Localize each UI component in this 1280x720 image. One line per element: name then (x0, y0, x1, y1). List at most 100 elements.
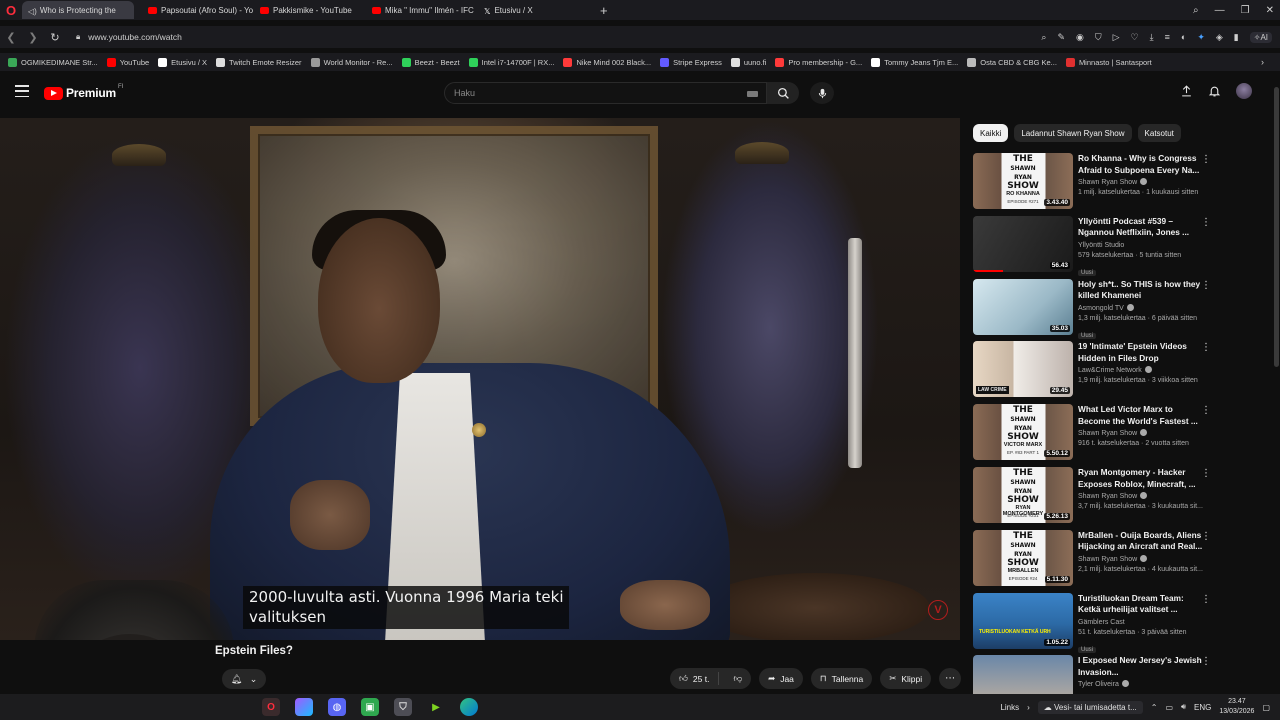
minimize-icon[interactable]: — (1215, 5, 1225, 16)
more-options-icon[interactable]: ⋮ (1201, 342, 1211, 353)
heart-icon[interactable]: ♡ (1131, 32, 1139, 43)
page-scrollbar[interactable] (1272, 75, 1280, 367)
cube-icon[interactable]: ◈ (1216, 32, 1223, 43)
camera-icon[interactable]: ◉ (1076, 32, 1084, 43)
video-title[interactable]: Turistiluokan Dream Team: Ketkä urheilij… (1078, 593, 1206, 616)
channel-name[interactable]: Shawn Ryan Show (1078, 430, 1137, 437)
channel-name[interactable]: Law&Crime Network (1078, 367, 1142, 374)
video-title[interactable]: Yllyöntti Podcast #539 – Ngannou Netflix… (1078, 216, 1206, 239)
language-indicator[interactable]: ENG (1194, 703, 1211, 712)
download-icon[interactable]: ⤓ (1150, 32, 1154, 43)
discord-taskbar-icon[interactable]: ◍ (328, 698, 346, 716)
bookmark-item[interactable]: Osta CBD & CBG Ke... (967, 57, 1057, 67)
more-options-icon[interactable]: ⋮ (1201, 217, 1211, 228)
video-title[interactable]: Ro Khanna - Why is Congress Afraid to Su… (1078, 153, 1206, 176)
more-options-icon[interactable]: ⋮ (1201, 280, 1211, 291)
search-tabs-icon[interactable]: ⌕ (1193, 5, 1199, 16)
channel-name[interactable]: Shawn Ryan Show (1078, 556, 1137, 563)
filter-chip[interactable]: Ladannut Shawn Ryan Show (1014, 124, 1132, 142)
bookmark-item[interactable]: YouTube (106, 57, 149, 67)
links-toolbar[interactable]: Links (1000, 703, 1019, 712)
video-thumbnail[interactable]: 56.43 (973, 215, 1073, 272)
browser-tab[interactable]: Mika " Immu" Ilmén - IFC (366, 1, 478, 19)
browser-tab[interactable]: Papsoutai (Afro Soul) - Yo (142, 1, 254, 19)
video-title[interactable]: What Led Victor Marx to Become the World… (1078, 404, 1206, 427)
shield-taskbar-icon[interactable]: ⛉ (394, 698, 412, 716)
play-icon[interactable]: ▷ (1113, 32, 1120, 43)
filter-chip[interactable]: Kaikki (973, 124, 1009, 142)
bookmark-item[interactable]: Pro membership - G... (775, 57, 862, 67)
video-thumbnail[interactable]: THE SHAWN RYAN SHOW RO KHANNA EPISODE #271 3.… (973, 153, 1073, 209)
network-icon[interactable]: ▭ (1165, 703, 1173, 712)
bookmark-item[interactable]: Etusivu / X (158, 57, 207, 67)
more-options-icon[interactable]: ⋮ (1201, 594, 1211, 605)
search-icon[interactable]: ⌕ (1041, 32, 1046, 43)
bookmark-item[interactable]: Minnasto | Santasport (1065, 57, 1152, 67)
browser-tab[interactable]: 𝕏 Etusivu / X (478, 1, 590, 19)
edit-icon[interactable]: ✎ (1057, 32, 1065, 43)
bookmark-item[interactable]: World Monitor - Re... (310, 57, 393, 67)
video-title[interactable]: MrBallen - Ouija Boards, Aliens Hijackin… (1078, 530, 1206, 553)
recommended-video[interactable]: 56.43 Yllyöntti Podcast #539 – Ngannou Ne… (973, 215, 1223, 276)
video-thumbnail[interactable]: LAW CRIME 29.45 (973, 341, 1073, 398)
maximize-icon[interactable]: ❐ (1241, 5, 1250, 16)
reload-icon[interactable]: ↻ (44, 31, 66, 44)
bookmark-item[interactable]: Intel i7-14700F | RX... (468, 57, 554, 67)
channel-name[interactable]: Tyler Oliveira (1078, 681, 1119, 688)
play-taskbar-icon[interactable]: ▶ (427, 698, 445, 716)
recommended-video[interactable]: 35.03 Holy sh*t.. So THIS is how they kil… (973, 278, 1223, 339)
channel-name[interactable]: Shawn Ryan Show (1078, 179, 1137, 186)
save-button[interactable]: ⊓ Tallenna (810, 668, 873, 689)
video-title[interactable]: Ryan Montgomery - Hacker Exposes Roblox,… (1078, 467, 1206, 490)
video-thumbnail[interactable]: THE SHAWN RYAN SHOW VICTOR MARX EP. #83 PART… (973, 404, 1073, 461)
back-icon[interactable]: ❮ (0, 31, 22, 44)
channel-name[interactable]: Gämblers Cast (1078, 619, 1125, 626)
search-button[interactable] (767, 82, 799, 104)
sidebar-icon[interactable]: ▮ (1234, 32, 1239, 43)
close-icon[interactable]: ✕ (1266, 5, 1274, 16)
upload-icon[interactable] (1180, 84, 1193, 98)
channel-watermark-icon[interactable]: V (928, 600, 948, 620)
volume-icon[interactable]: 🔊︎ (1181, 702, 1186, 712)
extension-icon[interactable]: ✦ (1197, 32, 1205, 43)
video-thumbnail[interactable]: TURISTILUOKAN KETKÄ URH 1.05.22 (973, 592, 1073, 649)
video-title[interactable]: Holy sh*t.. So THIS is how they killed K… (1078, 279, 1206, 302)
opera-taskbar-icon[interactable]: O (262, 698, 280, 716)
url-field[interactable]: 🔒︎ www.youtube.com/watch (76, 32, 182, 42)
hamburger-menu-icon[interactable] (15, 85, 29, 97)
bookmark-item[interactable]: OGMIKEDIMANE Str... (8, 57, 98, 67)
more-options-icon[interactable]: ⋮ (1201, 405, 1211, 416)
list-icon[interactable]: ≡ (1165, 32, 1170, 42)
clip-button[interactable]: ✂ Klippi (880, 668, 932, 689)
recommended-video[interactable]: TURISTILUOKAN KETKÄ URH 1.05.22 Turistiluo… (973, 592, 1223, 653)
channel-name[interactable]: Asmongold TV (1078, 305, 1124, 312)
bookmark-item[interactable]: Twitch Emote Resizer (216, 57, 302, 67)
new-tab-button[interactable]: + (600, 3, 608, 18)
bookmark-item[interactable]: Stripe Express (660, 57, 722, 67)
bookmark-item[interactable]: Beezt - Beezt (401, 57, 460, 67)
recommended-video[interactable]: THE SHAWN RYAN SHOW MRBALLEN EPISODE #24 5.11… (973, 529, 1223, 588)
subscription-bell-button[interactable]: 🔔︎ ⌄ (222, 669, 266, 689)
dislike-button[interactable]: 👎︎ (724, 673, 751, 684)
profile-icon[interactable]: ◐ (1181, 32, 1186, 42)
clock[interactable]: 23.47 13/03/2026 (1219, 697, 1254, 717)
bookmark-item[interactable]: uuno.fi (730, 57, 766, 67)
tray-up-icon[interactable]: ⌃ (1151, 703, 1158, 712)
notifications-bell-icon[interactable] (1208, 84, 1221, 98)
more-options-icon[interactable]: ⋮ (1201, 154, 1211, 165)
video-title[interactable]: I Exposed New Jersey's Jewish Invasion..… (1078, 655, 1206, 678)
search-input[interactable]: Haku (444, 82, 767, 104)
voice-search-button[interactable] (810, 82, 834, 104)
channel-name[interactable]: Shawn Ryan Show (1078, 493, 1137, 500)
video-thumbnail[interactable]: THE SHAWN RYAN SHOW RYAN MONTGOMERY EPISODE … (973, 467, 1073, 523)
figma-taskbar-icon[interactable] (295, 698, 313, 716)
avatar[interactable] (1236, 83, 1252, 99)
browser-tab[interactable]: ◁) Who is Protecting the (22, 1, 134, 19)
like-button[interactable]: 👍︎ 25 t. (670, 672, 720, 685)
more-actions-button[interactable]: ⋯ (939, 668, 962, 689)
app-taskbar-icon[interactable]: ▣ (361, 698, 379, 716)
more-options-icon[interactable]: ⋮ (1201, 531, 1211, 542)
more-options-icon[interactable]: ⋮ (1201, 656, 1211, 667)
video-thumbnail[interactable]: 35.03 (973, 278, 1073, 335)
recommended-video[interactable]: THE SHAWN RYAN SHOW RYAN MONTGOMERY EPISODE … (973, 467, 1223, 525)
